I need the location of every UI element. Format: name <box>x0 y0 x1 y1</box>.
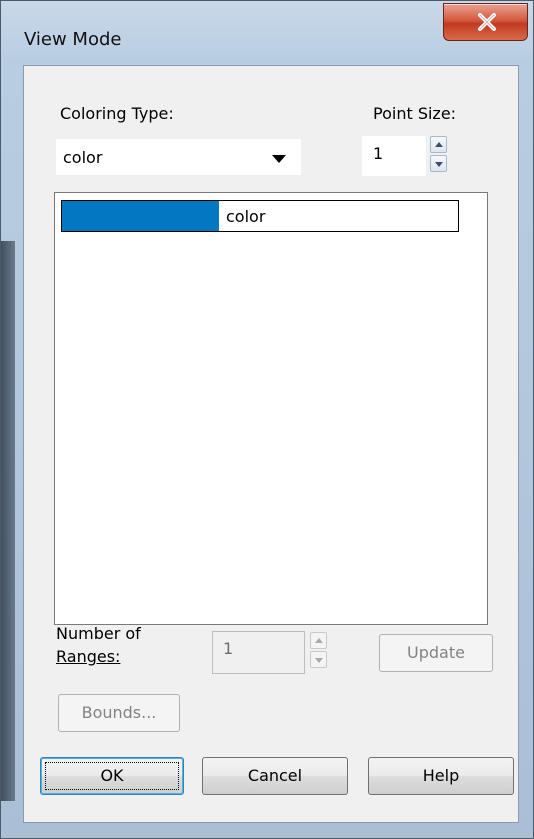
window-edge-shadow <box>1 241 15 801</box>
dialog-body: Coloring Type: color Point Size: 1 color… <box>23 65 519 823</box>
ok-button[interactable]: OK <box>40 757 184 795</box>
point-size-label: Point Size: <box>373 104 457 123</box>
title-bar[interactable]: View Mode <box>1 1 534 65</box>
dropdown-arrow-icon <box>272 155 286 163</box>
ranges-spinner[interactable] <box>310 632 327 668</box>
coloring-type-select[interactable]: color <box>56 139 301 175</box>
ranges-label-line1: Number of <box>56 624 141 643</box>
help-button[interactable]: Help <box>368 757 514 795</box>
color-range-list[interactable]: color <box>54 192 488 625</box>
view-mode-dialog: View Mode Coloring Type: color Point Siz… <box>0 0 534 839</box>
list-item[interactable]: color <box>61 200 459 232</box>
ranges-down-arrow-icon[interactable] <box>310 651 327 668</box>
update-button[interactable]: Update <box>379 634 493 672</box>
color-swatch <box>62 201 219 231</box>
bounds-button[interactable]: Bounds... <box>58 694 180 732</box>
coloring-type-value: color <box>63 148 103 167</box>
point-size-value: 1 <box>373 144 384 163</box>
close-icon <box>478 13 496 31</box>
ranges-up-arrow-icon[interactable] <box>310 632 327 649</box>
number-of-ranges-input[interactable]: 1 <box>212 631 305 674</box>
list-item-label: color <box>226 207 266 226</box>
point-size-up-arrow-icon[interactable] <box>430 136 447 153</box>
cancel-button[interactable]: Cancel <box>202 757 348 795</box>
number-of-ranges-value: 1 <box>223 639 234 658</box>
point-size-input[interactable]: 1 <box>362 136 426 176</box>
coloring-type-label: Coloring Type: <box>60 104 174 123</box>
close-button[interactable] <box>443 3 528 41</box>
window-title: View Mode <box>24 29 122 50</box>
point-size-down-arrow-icon[interactable] <box>430 155 447 172</box>
point-size-spinner[interactable] <box>430 136 447 172</box>
ranges-label-line2: Ranges: <box>56 647 121 666</box>
